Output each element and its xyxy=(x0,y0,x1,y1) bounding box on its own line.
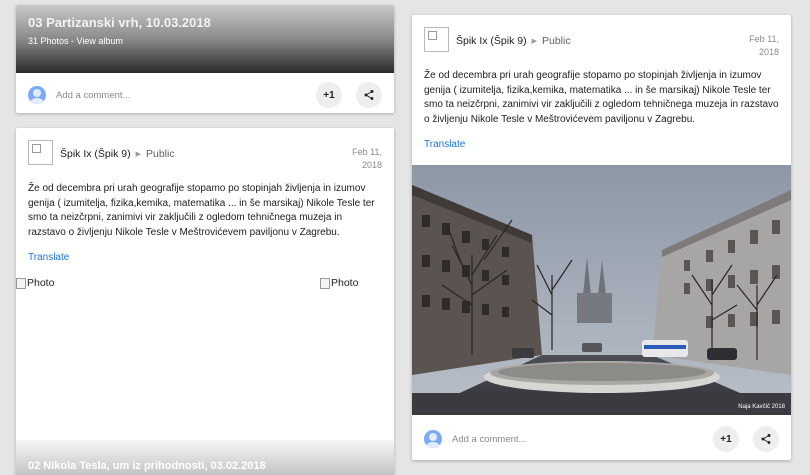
translate-link[interactable]: Translate xyxy=(412,127,791,150)
photo-alt-text: Photo xyxy=(27,277,55,289)
post-date-line1: Feb 11, xyxy=(352,147,382,157)
user-avatar xyxy=(424,430,442,448)
street-scene-image xyxy=(412,165,791,415)
post-header: Špik Ix (Špik 9) ▶ Public Feb 11, 2018 xyxy=(412,15,791,59)
user-avatar xyxy=(28,86,46,104)
author-avatar[interactable] xyxy=(424,27,449,52)
right-post-card: Špik Ix (Špik 9) ▶ Public Feb 11, 2018 Ž… xyxy=(412,15,791,460)
author-name[interactable]: Špik Ix (Špik 9) xyxy=(60,148,131,160)
author-name[interactable]: Špik Ix (Špik 9) xyxy=(456,35,527,47)
share-icon xyxy=(364,90,374,100)
visibility-label: Public xyxy=(542,35,571,47)
post-author-line: Špik Ix (Špik 9) ▶ Public xyxy=(60,148,175,160)
plus-one-button[interactable]: +1 xyxy=(316,82,342,108)
broken-image-icon xyxy=(320,277,330,289)
post-photo[interactable]: Naja Kavčič 2018 xyxy=(412,165,791,415)
post-date[interactable]: Feb 11, 2018 xyxy=(749,33,779,59)
share-icon xyxy=(761,434,771,444)
comment-bar: Add a comment... +1 xyxy=(412,417,791,460)
photo-placeholder[interactable]: Photo xyxy=(16,277,54,289)
post-date-line1: Feb 11, xyxy=(749,34,779,44)
arrow-right-icon: ▶ xyxy=(135,151,141,158)
next-album-title[interactable]: 02 Nikola Tesla, um iz prihodnosti, 03.0… xyxy=(28,460,266,472)
photo-alt-text: Photo xyxy=(331,277,359,289)
post-date-line2: 2018 xyxy=(361,160,382,170)
broken-image-icon xyxy=(16,277,26,289)
comment-bar: Add a comment... +1 xyxy=(16,73,394,113)
share-button[interactable] xyxy=(753,426,779,452)
album-header[interactable]: 03 Partizanski vrh, 10.03.2018 31 Photos… xyxy=(16,5,394,73)
comment-input[interactable]: Add a comment... xyxy=(452,434,699,445)
post-date-line2: 2018 xyxy=(758,47,779,57)
arrow-right-icon: ▶ xyxy=(531,38,537,45)
post-author-line: Špik Ix (Špik 9) ▶ Public xyxy=(456,35,571,47)
next-album-header[interactable]: 02 Nikola Tesla, um iz prihodnosti, 03.0… xyxy=(16,440,394,475)
album-title[interactable]: 03 Partizanski vrh, 10.03.2018 xyxy=(28,15,382,30)
post-date[interactable]: Feb 11, 2018 xyxy=(352,146,382,172)
translate-link[interactable]: Translate xyxy=(16,240,394,263)
post-header: Špik Ix (Špik 9) ▶ Public Feb 11, 2018 xyxy=(16,128,394,172)
plus-one-button[interactable]: +1 xyxy=(713,426,739,452)
left-post-card: Špik Ix (Špik 9) ▶ Public Feb 11, 2018 Ž… xyxy=(16,128,394,475)
post-text: Že od decembra pri urah geografije stopa… xyxy=(28,183,375,238)
album-card: 03 Partizanski vrh, 10.03.2018 31 Photos… xyxy=(16,5,394,113)
author-avatar[interactable] xyxy=(28,140,53,165)
photo-placeholder[interactable]: Photo xyxy=(320,277,358,289)
photo-credit: Naja Kavčič 2018 xyxy=(738,404,785,410)
comment-input[interactable]: Add a comment... xyxy=(56,90,302,101)
visibility-label: Public xyxy=(146,148,175,160)
view-album-link[interactable]: 31 Photos - View album xyxy=(28,36,382,46)
post-text: Že od decembra pri urah geografije stopa… xyxy=(424,70,779,125)
share-button[interactable] xyxy=(356,82,382,108)
